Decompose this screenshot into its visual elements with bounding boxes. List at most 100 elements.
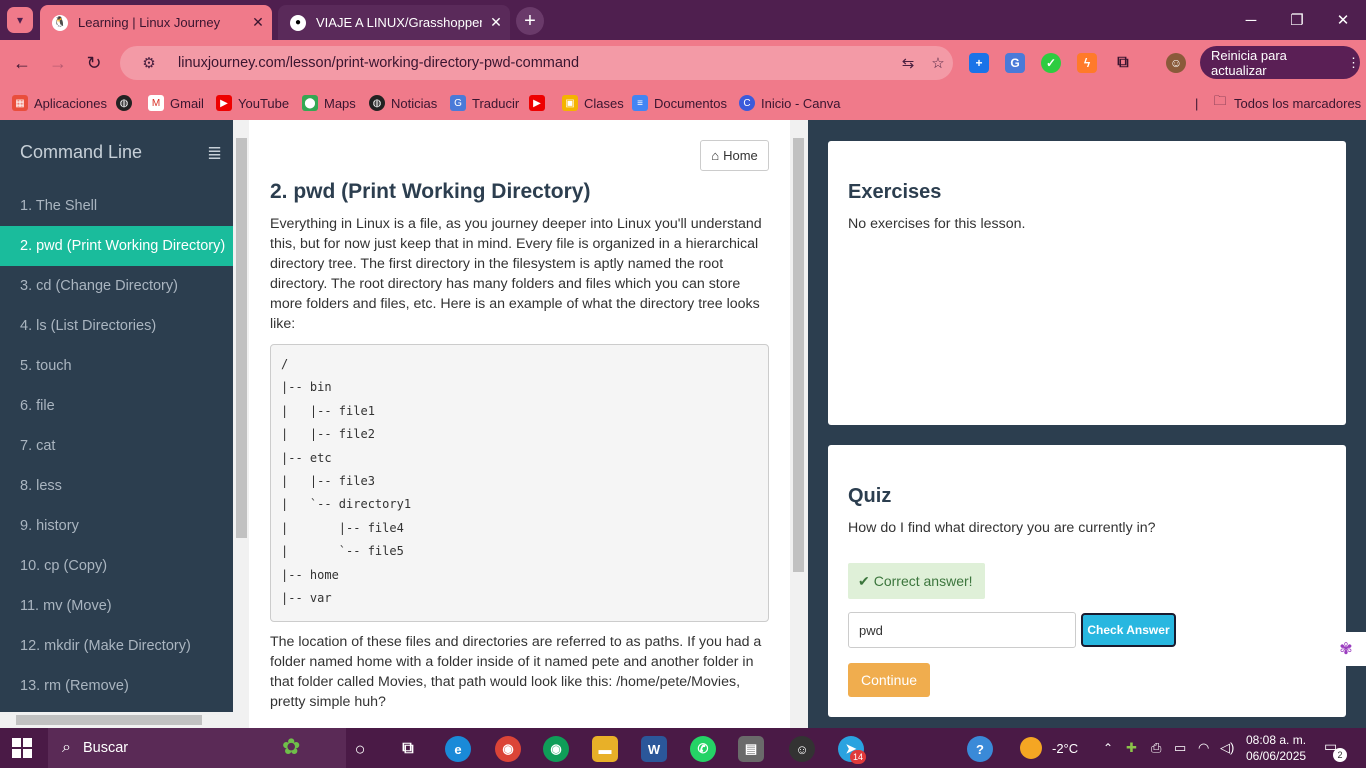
word-icon[interactable]: W bbox=[641, 736, 667, 762]
restore-button[interactable]: ❐ bbox=[1274, 0, 1320, 40]
more-vert-icon: ⋮ bbox=[1347, 54, 1360, 70]
check-answer-button[interactable]: Check Answer bbox=[1081, 613, 1176, 647]
whatsapp-icon[interactable]: ✆ bbox=[690, 736, 716, 762]
sidebar-item-pwd[interactable]: 2. pwd (Print Working Directory) bbox=[0, 226, 233, 266]
feedback-text: Correct answer! bbox=[873, 573, 973, 589]
close-icon[interactable]: ✕ bbox=[244, 14, 272, 31]
bookmark-youtube-2[interactable]: ▶ bbox=[529, 93, 551, 113]
tray-app-icon[interactable]: ✚ bbox=[1126, 728, 1137, 768]
sidebar-item-touch[interactable]: 5. touch bbox=[0, 346, 233, 386]
app-avatar-icon[interactable]: ☺ bbox=[789, 736, 815, 762]
bookmark-globe[interactable]: ◍ bbox=[116, 93, 138, 113]
task-view-icon[interactable]: ⧉ bbox=[395, 736, 421, 762]
new-tab-button[interactable]: + bbox=[516, 7, 544, 35]
chevron-up-icon[interactable]: ⌃ bbox=[1103, 728, 1113, 768]
close-icon[interactable]: ✕ bbox=[482, 14, 510, 31]
tab-search-button[interactable]: ▾ bbox=[7, 7, 33, 33]
bookmark-apps[interactable]: ▦ Aplicaciones bbox=[12, 93, 107, 113]
minimize-button[interactable]: ─ bbox=[1228, 0, 1274, 40]
edge-icon[interactable]: e bbox=[445, 736, 471, 762]
sidebar-item-mv[interactable]: 11. mv (Move) bbox=[0, 586, 233, 626]
cortana-icon[interactable]: ○ bbox=[347, 736, 373, 762]
update-button[interactable]: Reinicia para actualizar ⋮ bbox=[1200, 46, 1360, 79]
weather-sun-icon[interactable] bbox=[1020, 737, 1042, 759]
sidebar-item-less[interactable]: 8. less bbox=[0, 466, 233, 506]
chevron-down-icon: ▾ bbox=[16, 13, 24, 27]
bookmark-label: Documentos bbox=[654, 95, 727, 111]
sidebar-item-cat[interactable]: 7. cat bbox=[0, 426, 233, 466]
sidebar-vertical-scrollbar[interactable] bbox=[233, 120, 249, 728]
close-window-button[interactable]: ✕ bbox=[1320, 0, 1366, 40]
bookmark-traducir[interactable]: G Traducir bbox=[450, 93, 519, 113]
search-label: Buscar bbox=[82, 740, 129, 756]
telegram-badge: 14 bbox=[850, 750, 866, 764]
scrollbar-thumb[interactable] bbox=[16, 715, 202, 725]
answer-input[interactable]: pwd bbox=[848, 612, 1076, 648]
star-icon[interactable]: ☆ bbox=[923, 54, 953, 72]
url-text: linuxjourney.com/lesson/print-working-di… bbox=[178, 55, 580, 71]
site-settings-icon[interactable]: ⚙ bbox=[134, 54, 164, 72]
scrollbar-thumb[interactable] bbox=[236, 138, 247, 538]
tray-device-icon[interactable]: ⎙ bbox=[1151, 728, 1161, 768]
bookmark-gmail[interactable]: M Gmail bbox=[148, 93, 204, 113]
sidebar-item-file[interactable]: 6. file bbox=[0, 386, 233, 426]
windows-start-icon[interactable] bbox=[12, 738, 32, 758]
maps-pin-icon: ⬤ bbox=[302, 95, 318, 111]
bookmark-maps[interactable]: ⬤ Maps bbox=[302, 93, 356, 113]
bookmark-label: Maps bbox=[324, 95, 356, 111]
sidebar-item-history[interactable]: 9. history bbox=[0, 506, 233, 546]
forward-button[interactable]: → bbox=[43, 48, 73, 78]
hamburger-menu-icon[interactable]: ≣ bbox=[207, 144, 225, 162]
extension-translate-icon[interactable]: G bbox=[1005, 53, 1025, 73]
check-icon: ✔ bbox=[858, 572, 870, 589]
extensions-puzzle-icon[interactable]: ⧉ bbox=[1113, 53, 1133, 73]
taskbar-search[interactable]: ⌕ Buscar ✿ bbox=[48, 728, 346, 768]
profile-avatar[interactable]: ☺ bbox=[1166, 53, 1186, 73]
bookmark-noticias[interactable]: ◍ Noticias bbox=[369, 93, 437, 113]
help-icon[interactable]: ? bbox=[967, 736, 993, 762]
lesson-content: ⌂ Home 2. pwd (Print Working Directory) … bbox=[233, 120, 808, 728]
exercises-text: No exercises for this lesson. bbox=[848, 216, 1026, 232]
sidebar-item-rm[interactable]: 13. rm (Remove) bbox=[0, 666, 233, 706]
chrome-profile-icon[interactable]: ◉ bbox=[495, 736, 521, 762]
sidebar-item-cp[interactable]: 10. cp (Copy) bbox=[0, 546, 233, 586]
reload-button[interactable]: ↻ bbox=[79, 48, 109, 78]
folder-icon: 🗀 bbox=[1213, 93, 1227, 108]
bookmark-canva[interactable]: C Inicio - Canva bbox=[739, 93, 840, 113]
wifi-icon[interactable]: ◠ bbox=[1198, 728, 1209, 768]
translate-icon[interactable]: ⇆ bbox=[893, 54, 923, 72]
sidebar-item-the-shell[interactable]: 1. The Shell bbox=[0, 186, 233, 226]
chrome-icon[interactable]: ◉ bbox=[543, 736, 569, 762]
bookmark-documentos[interactable]: ≡ Documentos bbox=[632, 93, 727, 113]
store-icon[interactable]: ▤ bbox=[738, 736, 764, 762]
scrollbar-thumb[interactable] bbox=[793, 138, 804, 572]
bookmark-clases[interactable]: ▣ Clases bbox=[562, 93, 624, 113]
all-bookmarks-label: Todos los marcadores bbox=[1234, 95, 1362, 111]
address-bar[interactable]: ⚙ linuxjourney.com/lesson/print-working-… bbox=[120, 46, 953, 80]
home-label: Home bbox=[723, 148, 758, 163]
bookmark-youtube[interactable]: ▶ YouTube bbox=[216, 93, 289, 113]
sidebar-item-cd[interactable]: 3. cd (Change Directory) bbox=[0, 266, 233, 306]
youtube-icon: ▶ bbox=[529, 95, 545, 111]
extension-check-icon[interactable]: ✓ bbox=[1041, 53, 1061, 73]
extension-bolt-icon[interactable]: ϟ bbox=[1077, 53, 1097, 73]
brain-extension-icon[interactable]: ✾ bbox=[1326, 632, 1366, 666]
sidebar-horizontal-scrollbar[interactable] bbox=[0, 712, 233, 728]
all-bookmarks[interactable]: 🗀 Todos los marcadores bbox=[1212, 93, 1361, 113]
tab-github[interactable]: ● VIAJE A LINUX/Grasshopper/Lin ✕ bbox=[278, 5, 510, 40]
sidebar-item-ls[interactable]: 4. ls (List Directories) bbox=[0, 306, 233, 346]
extension-plus-icon[interactable]: + bbox=[969, 53, 989, 73]
weather-temp[interactable]: -2°C bbox=[1052, 728, 1078, 768]
file-explorer-icon[interactable]: ▬ bbox=[592, 736, 618, 762]
sidebar-item-mkdir[interactable]: 12. mkdir (Make Directory) bbox=[0, 626, 233, 666]
tab-learning-linux-journey[interactable]: 🐧 Learning | Linux Journey ✕ bbox=[40, 5, 272, 40]
battery-icon[interactable]: ▭ bbox=[1174, 728, 1186, 768]
continue-button[interactable]: Continue bbox=[848, 663, 930, 697]
volume-icon[interactable]: ◁) bbox=[1220, 728, 1234, 768]
lesson-vertical-scrollbar[interactable] bbox=[790, 120, 808, 728]
arrow-left-icon: ← bbox=[13, 52, 31, 73]
back-button[interactable]: ← bbox=[7, 48, 37, 78]
home-button[interactable]: ⌂ Home bbox=[700, 140, 769, 171]
toolbar: ← → ↻ ⚙ linuxjourney.com/lesson/print-wo… bbox=[0, 40, 1366, 86]
taskbar-clock[interactable]: 08:08 a. m. 06/06/2025 bbox=[1246, 732, 1306, 764]
